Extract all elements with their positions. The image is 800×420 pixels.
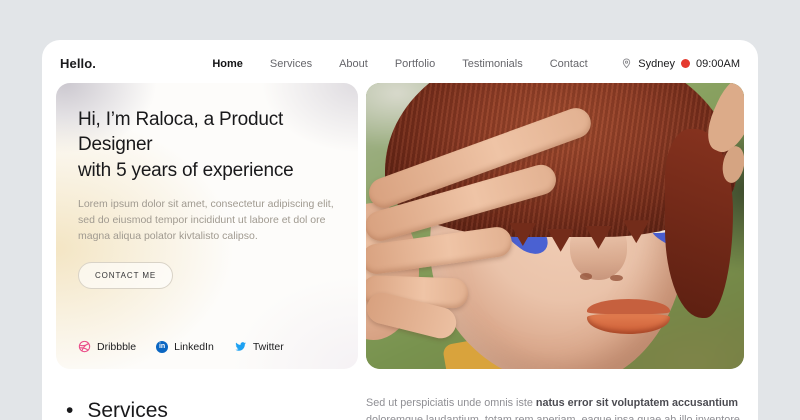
twitter-icon [234, 340, 247, 353]
photo-upper-lip [587, 299, 670, 314]
services-heading: • Services [56, 393, 358, 420]
paragraph-lead: Sed ut perspiciatis unde omnis iste [366, 397, 536, 409]
hero-section: Hi, I’m Raloca, a Product Designer with … [42, 83, 758, 369]
location-label: Sydney [638, 58, 675, 70]
nav-item-about[interactable]: About [339, 58, 368, 70]
social-link-linkedin[interactable]: in LinkedIn [156, 341, 214, 353]
linkedin-icon: in [156, 341, 168, 353]
location-time-status: Sydney 09:00AM [621, 58, 740, 70]
time-label: 09:00AM [696, 58, 740, 70]
hero-title-line2: with 5 years of experience [78, 158, 336, 183]
top-navigation-bar: Hello. Home Services About Portfolio Tes… [42, 40, 758, 83]
hero-description: Lorem ipsum dolor sit amet, consectetur … [78, 196, 336, 245]
contact-me-button[interactable]: CONTACT ME [78, 262, 173, 289]
paragraph-tail: doloremque laudantium, totam rem aperiam… [366, 414, 740, 420]
live-status-dot [681, 59, 690, 68]
social-link-dribbble[interactable]: Dribbble [78, 340, 136, 353]
nav-item-home[interactable]: Home [212, 58, 243, 70]
services-bullet: • [66, 399, 73, 420]
social-label: Twitter [253, 341, 284, 353]
nav-item-services[interactable]: Services [270, 58, 312, 70]
hero-photo [366, 83, 744, 369]
photo-hair-side [665, 129, 733, 318]
photo-lips [587, 299, 670, 333]
social-link-twitter[interactable]: Twitter [234, 340, 284, 353]
paragraph-bold: natus error sit voluptatem accusantium [536, 397, 738, 409]
dribbble-icon [78, 340, 91, 353]
social-label: Dribbble [97, 341, 136, 353]
main-nav: Home Services About Portfolio Testimonia… [212, 58, 587, 70]
social-links: Dribbble in LinkedIn Twitter [78, 340, 284, 353]
site-logo[interactable]: Hello. [60, 56, 96, 71]
nav-item-testimonials[interactable]: Testimonials [462, 58, 523, 70]
main-container: Hello. Home Services About Portfolio Tes… [42, 40, 758, 420]
social-label: LinkedIn [174, 341, 214, 353]
services-label: Services [87, 399, 168, 420]
photo-lower-lip [587, 314, 670, 334]
hero-title-line1: Hi, I’m Raloca, a Product Designer [78, 107, 336, 158]
hero-intro-card: Hi, I’m Raloca, a Product Designer with … [56, 83, 358, 369]
services-section: • Services Sed ut perspiciatis unde omni… [42, 393, 758, 420]
location-pin-icon [621, 58, 632, 69]
services-intro-paragraph: Sed ut perspiciatis unde omnis iste natu… [366, 393, 744, 420]
nav-item-portfolio[interactable]: Portfolio [395, 58, 435, 70]
nav-item-contact[interactable]: Contact [550, 58, 588, 70]
hero-title: Hi, I’m Raloca, a Product Designer with … [78, 107, 336, 183]
